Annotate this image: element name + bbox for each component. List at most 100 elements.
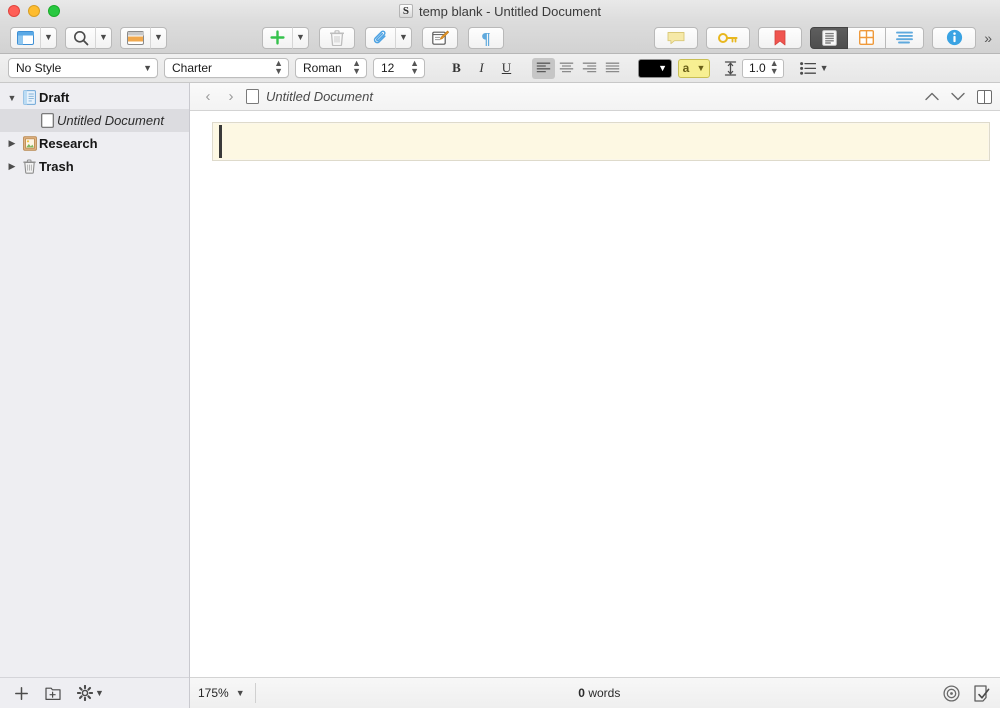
toolbar-right-group: » <box>654 26 992 49</box>
close-button[interactable] <box>8 5 20 17</box>
text-caret <box>219 125 222 158</box>
inspector-button[interactable] <box>932 26 977 49</box>
invisibles-button[interactable]: ¶ <box>468 26 504 49</box>
style-value: No Style <box>16 61 62 75</box>
style-dropdown[interactable]: No Style ▼ <box>8 58 158 78</box>
align-center-button[interactable] <box>555 58 578 79</box>
blank-document-icon <box>38 113 57 128</box>
sidebar-item-research[interactable]: ▶ Research <box>0 132 189 155</box>
search-icon[interactable] <box>65 26 95 49</box>
list-dropdown[interactable]: ▼ <box>799 61 829 75</box>
bookmarks-button[interactable] <box>758 26 803 49</box>
add-item-button[interactable] <box>14 686 29 701</box>
sidebar-item-label: Trash <box>39 159 74 174</box>
binder-settings-button[interactable]: ▼ <box>77 685 104 701</box>
document-view-button[interactable] <box>810 26 849 49</box>
highlight-color-button[interactable]: a ▼ <box>678 58 710 78</box>
search-button[interactable]: ▼ <box>65 26 112 49</box>
search-menu[interactable]: ▼ <box>95 26 112 49</box>
back-button[interactable]: ‹ <box>200 88 216 105</box>
align-left-icon <box>536 62 551 73</box>
key-icon <box>718 32 738 43</box>
font-value: Charter <box>172 61 213 75</box>
zoom-button[interactable] <box>48 5 60 17</box>
binder-footer: ▼ <box>0 677 189 708</box>
plus-icon <box>15 686 28 700</box>
highlighted-text-block[interactable] <box>212 122 990 161</box>
document-complete-button[interactable] <box>974 684 990 702</box>
chevron-down-icon: ▼ <box>95 687 104 698</box>
stepper-icon: ▲ ▼ <box>410 58 419 76</box>
chevron-down-icon: ▼ <box>154 32 163 42</box>
binder-sidebar: ▼ Draft Untitled Document ▶ Research ▶ T… <box>0 83 190 708</box>
sidebar-item-untitled-document[interactable]: Untitled Document <box>0 109 189 132</box>
previous-document-button[interactable] <box>925 92 939 101</box>
editor-header-right <box>925 89 992 104</box>
disclosure-closed-icon[interactable]: ▶ <box>4 161 20 172</box>
chevron-up-icon <box>925 92 939 101</box>
plus-icon[interactable] <box>262 26 292 49</box>
keywords-button[interactable] <box>706 26 751 49</box>
writing-goals-button[interactable] <box>943 684 960 702</box>
comments-button[interactable] <box>654 26 699 49</box>
font-dropdown[interactable]: Charter ▲ ▼ <box>164 58 289 78</box>
bookmark-icon <box>774 29 786 45</box>
zoom-dropdown[interactable]: 175% ▼ <box>198 683 256 703</box>
attach-button[interactable]: ▼ <box>365 26 412 49</box>
bullet-list-icon <box>799 61 816 75</box>
split-view-button[interactable] <box>977 89 992 104</box>
word-count-value: 0 <box>578 686 585 700</box>
underline-button[interactable]: U <box>495 58 518 79</box>
sidebar-item-trash[interactable]: ▶ Trash <box>0 155 189 178</box>
comment-bubble-icon <box>667 31 685 44</box>
view-mode-segments <box>810 26 925 49</box>
line-spacing-group: 1.0 ▲ ▼ <box>724 58 784 78</box>
window-title-group: S temp blank - Untitled Document <box>0 4 1000 19</box>
sidebar-item-draft[interactable]: ▼ Draft <box>0 86 189 109</box>
binder-toggle-menu[interactable]: ▼ <box>40 26 57 49</box>
editor-canvas[interactable] <box>190 111 1000 677</box>
blank-document-icon <box>246 89 259 104</box>
sidebar-layout-icon[interactable] <box>10 26 40 49</box>
corkboard-grid-icon <box>859 30 875 45</box>
editor-header: ‹ › Untitled Document <box>190 83 1000 111</box>
next-document-button[interactable] <box>951 92 965 101</box>
text-style-group: B I U <box>445 58 518 79</box>
disclosure-closed-icon[interactable]: ▶ <box>4 138 20 149</box>
chevron-down-icon: ▼ <box>399 32 408 42</box>
forward-button[interactable]: › <box>223 88 239 105</box>
delete-button[interactable] <box>319 26 355 49</box>
disclosure-open-icon[interactable]: ▼ <box>4 93 20 103</box>
stepper-icon: ▲ ▼ <box>352 58 361 76</box>
add-folder-button[interactable] <box>45 686 61 701</box>
attach-menu[interactable]: ▼ <box>395 26 412 49</box>
paperclip-icon[interactable] <box>365 26 395 49</box>
italic-button[interactable]: I <box>470 58 493 79</box>
compose-button[interactable] <box>422 26 458 49</box>
toolbar-overflow-button[interactable]: » <box>984 30 992 46</box>
inspector-panel-icon[interactable] <box>120 26 150 49</box>
chevron-down-icon: ▼ <box>44 32 53 42</box>
align-center-icon <box>559 62 574 73</box>
bold-button[interactable]: B <box>445 58 468 79</box>
add-button[interactable]: ▼ <box>262 26 309 49</box>
minimize-button[interactable] <box>28 5 40 17</box>
corkboard-view-button[interactable] <box>848 26 887 49</box>
text-color-button[interactable]: ▼ <box>638 58 672 78</box>
status-bar: 175% ▼ 0 words <box>190 677 1000 708</box>
compose-note-icon <box>431 30 449 45</box>
add-menu[interactable]: ▼ <box>292 26 309 49</box>
sidebar-item-label: Draft <box>39 90 70 105</box>
typeface-dropdown[interactable]: Roman ▲ ▼ <box>295 58 367 78</box>
inspector-layout-button[interactable]: ▼ <box>120 26 167 49</box>
align-left-button[interactable] <box>532 57 555 79</box>
align-justify-button[interactable] <box>601 58 624 79</box>
bold-label: B <box>452 60 461 75</box>
align-right-button[interactable] <box>578 58 601 79</box>
outliner-view-button[interactable] <box>886 26 925 49</box>
font-size-dropdown[interactable]: 12 ▲ ▼ <box>373 58 425 78</box>
binder-toggle-button[interactable]: ▼ <box>10 26 57 49</box>
line-spacing-value: 1.0 <box>749 61 766 75</box>
inspector-layout-menu[interactable]: ▼ <box>150 26 167 49</box>
line-spacing-stepper[interactable]: 1.0 ▲ ▼ <box>742 58 784 78</box>
